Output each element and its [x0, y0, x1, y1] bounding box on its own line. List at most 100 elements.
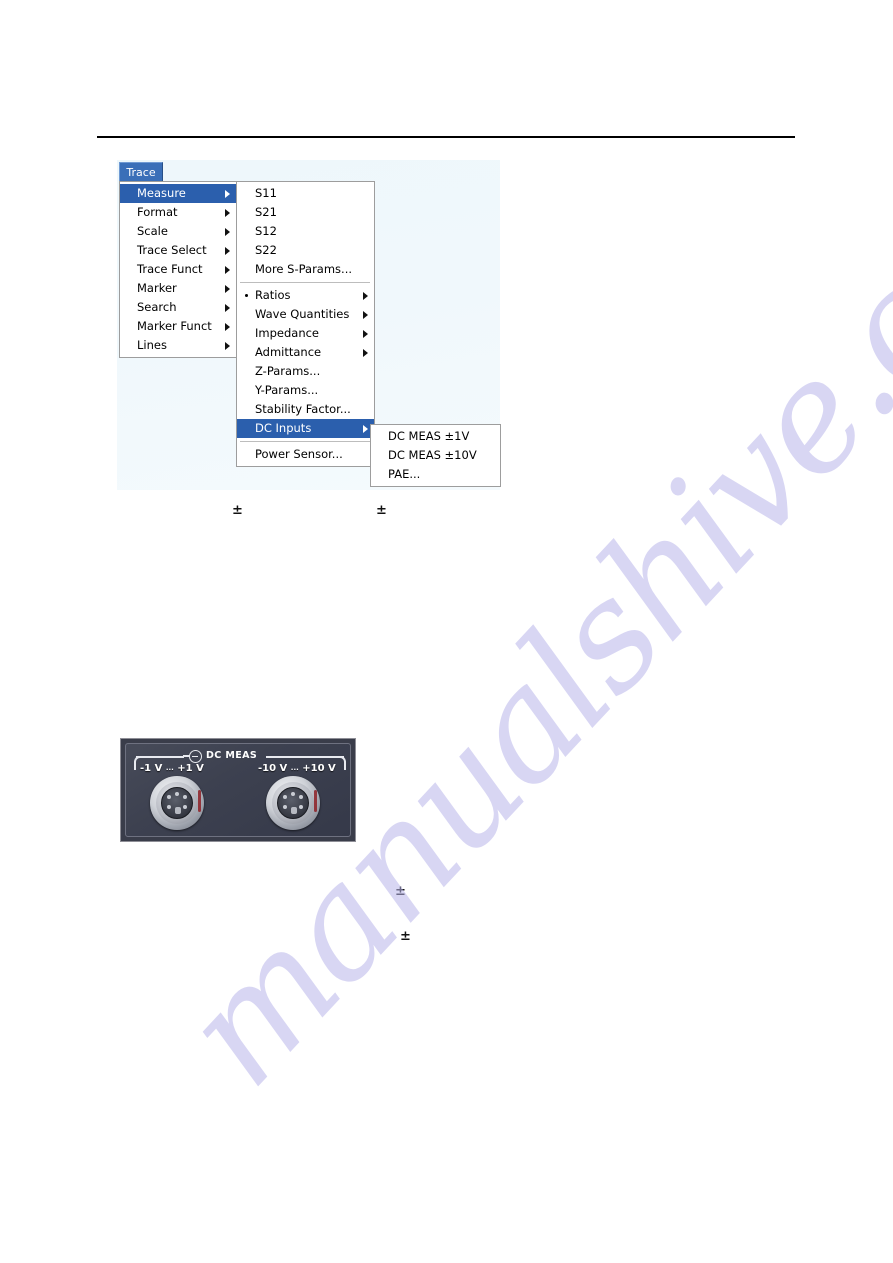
- plus-minus-glyph: ±: [400, 929, 411, 944]
- menu-item-stability-factor[interactable]: Stability Factor...: [237, 400, 374, 419]
- menu-item-power-sensor-label: Power Sensor...: [255, 447, 343, 461]
- chevron-right-icon: [363, 348, 368, 357]
- menu-item-lines-label: Lines: [137, 338, 167, 352]
- chevron-right-icon: [363, 310, 368, 319]
- connector-key-slot: [291, 807, 297, 814]
- connector-label-right-dots: ...: [290, 764, 299, 772]
- chevron-right-icon: [363, 424, 368, 433]
- menu-item-s11-label: S11: [255, 186, 277, 200]
- plus-minus-glyph: ±: [232, 503, 243, 518]
- menu-item-s21[interactable]: S21: [237, 203, 374, 222]
- menu-item-measure-label: Measure: [137, 186, 186, 200]
- menu-item-z-params-label: Z-Params...: [255, 364, 321, 378]
- menu-item-measure[interactable]: Measure: [120, 184, 236, 203]
- menu-item-s21-label: S21: [255, 205, 277, 219]
- chevron-right-icon: [225, 341, 230, 350]
- menu-item-marker-funct[interactable]: Marker Funct: [120, 317, 236, 336]
- menu-item-z-params[interactable]: Z-Params...: [237, 362, 374, 381]
- panel-title: DC MEAS: [206, 750, 258, 761]
- mini-din-connector-right: [266, 776, 320, 830]
- menu-item-more-s-params[interactable]: More S-Params...: [237, 260, 374, 279]
- menu-item-trace-funct-label: Trace Funct: [137, 262, 203, 276]
- menu-item-dc-inputs[interactable]: DC Inputs: [237, 419, 374, 438]
- dc-inputs-menu-level3[interactable]: DC MEAS ±1V DC MEAS ±10V PAE...: [370, 424, 501, 487]
- menu-item-y-params[interactable]: Y-Params...: [237, 381, 374, 400]
- connector-label-left: -1 V ... +1 V: [140, 762, 204, 775]
- menu-item-s22[interactable]: S22: [237, 241, 374, 260]
- menu-item-pae-label: PAE...: [388, 467, 421, 481]
- menu-item-trace-select[interactable]: Trace Select: [120, 241, 236, 260]
- menu-item-s12[interactable]: S12: [237, 222, 374, 241]
- menu-item-power-sensor[interactable]: Power Sensor...: [237, 445, 374, 464]
- chevron-right-icon: [225, 189, 230, 198]
- trace-menu-level1[interactable]: Measure Format Scale Trace Select Trace …: [119, 181, 237, 358]
- menu-item-search-label: Search: [137, 300, 177, 314]
- chevron-right-icon: [225, 246, 230, 255]
- connector-pin: [283, 805, 287, 809]
- menu-separator: [240, 282, 370, 283]
- connector-label-left-max: +1 V: [177, 763, 204, 774]
- chevron-right-icon: [225, 322, 230, 331]
- menu-item-dc-meas-1v[interactable]: DC MEAS ±1V: [371, 427, 500, 446]
- connector-label-right: -10 V ... +10 V: [258, 762, 336, 775]
- menu-tab-trace-label: Trace: [126, 165, 156, 179]
- chevron-right-icon: [225, 227, 230, 236]
- menu-item-ratios[interactable]: Ratios: [237, 286, 374, 305]
- connector-bore: [161, 787, 193, 819]
- menu-item-more-s-params-label: More S-Params...: [255, 262, 353, 276]
- menu-item-y-params-label: Y-Params...: [255, 383, 319, 397]
- connector-label-left-min: -1 V: [140, 763, 163, 774]
- connector-label-right-min: -10 V: [258, 763, 288, 774]
- measure-menu-level2[interactable]: S11 S21 S12 S22 More S-Params... Ratios …: [236, 181, 375, 467]
- chevron-right-icon: [363, 329, 368, 338]
- connector-label-right-max: +10 V: [302, 763, 336, 774]
- connector-pin: [175, 792, 179, 796]
- plus-minus-glyph: ±: [395, 884, 406, 899]
- menu-item-stability-factor-label: Stability Factor...: [255, 402, 351, 416]
- menu-separator: [240, 441, 370, 442]
- menu-item-wave-quantities[interactable]: Wave Quantities: [237, 305, 374, 324]
- mini-din-connector-left: [150, 776, 204, 830]
- connector-red-marker: [198, 790, 201, 812]
- chevron-right-icon: [225, 265, 230, 274]
- menu-item-lines[interactable]: Lines: [120, 336, 236, 355]
- connector-pin: [291, 792, 295, 796]
- menu-item-dc-meas-10v-label: DC MEAS ±10V: [388, 448, 477, 462]
- menu-item-format[interactable]: Format: [120, 203, 236, 222]
- menu-tab-trace[interactable]: Trace: [119, 162, 163, 181]
- menu-item-search[interactable]: Search: [120, 298, 236, 317]
- chevron-right-icon: [225, 208, 230, 217]
- menu-item-format-label: Format: [137, 205, 178, 219]
- menu-item-s12-label: S12: [255, 224, 277, 238]
- menu-item-dc-meas-10v[interactable]: DC MEAS ±10V: [371, 446, 500, 465]
- panel-face: DC MEAS -1 V ... +1 V -10 V ... +10 V: [125, 743, 351, 837]
- menu-item-ratios-label: Ratios: [255, 288, 291, 302]
- menu-item-trace-select-label: Trace Select: [137, 243, 207, 257]
- connector-red-marker: [314, 790, 317, 812]
- panel-rule-left: [136, 756, 184, 758]
- document-page: { "page": { "width": 893, "height": 1263…: [0, 0, 893, 1263]
- connector-key-slot: [175, 807, 181, 814]
- connector-label-left-dots: ...: [165, 764, 174, 772]
- connector-pin: [299, 805, 303, 809]
- menu-item-pae[interactable]: PAE...: [371, 465, 500, 484]
- menu-item-impedance-label: Impedance: [255, 326, 320, 340]
- menu-item-admittance-label: Admittance: [255, 345, 322, 359]
- connector-pin: [167, 805, 171, 809]
- chevron-right-icon: [225, 284, 230, 293]
- chevron-right-icon: [363, 291, 368, 300]
- menu-item-dc-meas-1v-label: DC MEAS ±1V: [388, 429, 470, 443]
- menu-item-impedance[interactable]: Impedance: [237, 324, 374, 343]
- connector-pin: [299, 795, 303, 799]
- connector-pin: [283, 795, 287, 799]
- chevron-right-icon: [225, 303, 230, 312]
- connector-pin: [167, 795, 171, 799]
- connector-pin: [183, 805, 187, 809]
- menu-item-trace-funct[interactable]: Trace Funct: [120, 260, 236, 279]
- menu-item-admittance[interactable]: Admittance: [237, 343, 374, 362]
- menu-item-s22-label: S22: [255, 243, 277, 257]
- menu-item-scale-label: Scale: [137, 224, 168, 238]
- menu-item-scale[interactable]: Scale: [120, 222, 236, 241]
- menu-item-marker[interactable]: Marker: [120, 279, 236, 298]
- menu-item-s11[interactable]: S11: [237, 184, 374, 203]
